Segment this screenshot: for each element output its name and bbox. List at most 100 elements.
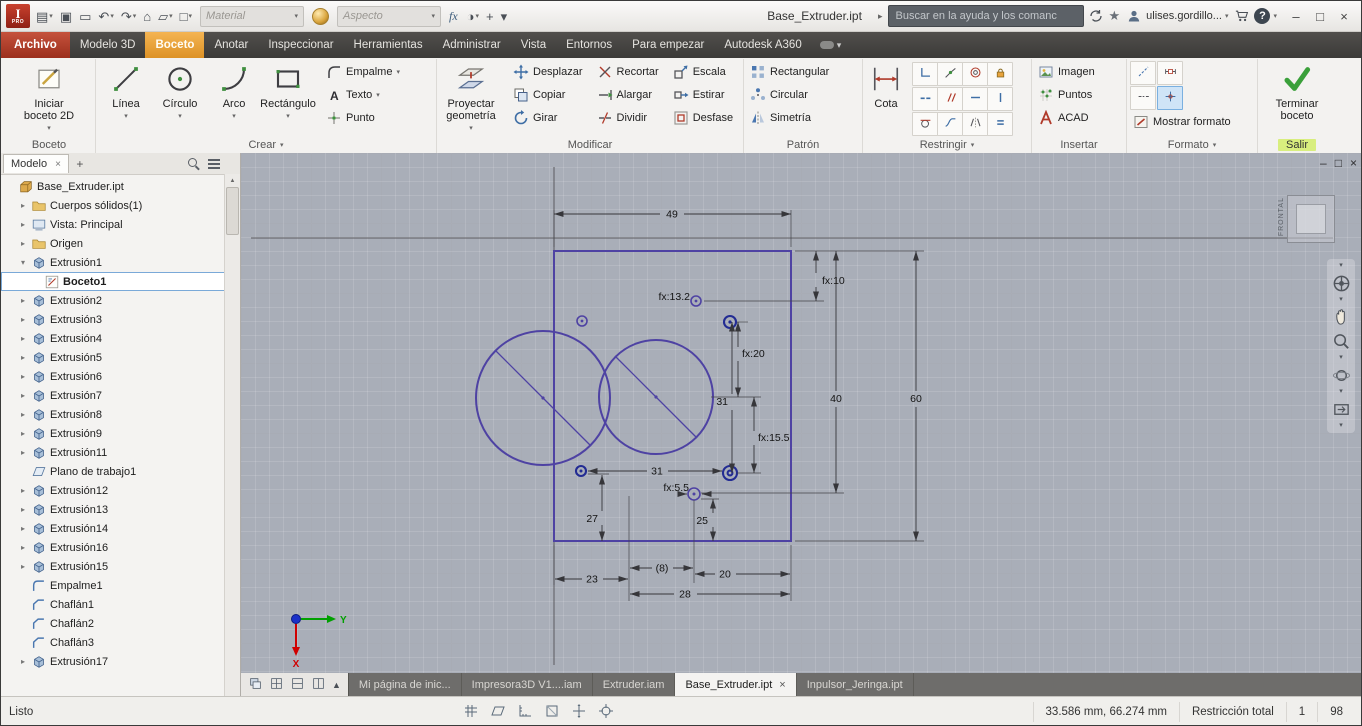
ribbon-tab-autodesk-a360[interactable]: Autodesk A360	[714, 32, 811, 58]
tree-item-plano-de-trabajo1[interactable]: Plano de trabajo1	[1, 462, 240, 481]
adjust-appearance-button[interactable]: ◑ ▾	[464, 8, 482, 25]
save-button[interactable]: ▣	[57, 8, 75, 25]
tree-item-extrusión12[interactable]: ▸ Extrusión12	[1, 481, 240, 500]
tree-expander-icon[interactable]: ▸	[18, 372, 28, 381]
search-icon[interactable]	[187, 157, 200, 170]
browser-tab-modelo[interactable]: Modelo ×	[3, 154, 69, 173]
tree-item-cuerpos-sólidos-1[interactable]: ▸ Cuerpos sólidos(1)	[1, 196, 240, 215]
close-icon[interactable]: ×	[55, 159, 61, 170]
tree-expander-icon[interactable]: ▸	[18, 562, 28, 571]
tree-item-extrusión2[interactable]: ▸ Extrusión2	[1, 291, 240, 310]
terminar-boceto-button[interactable]: Terminar boceto	[1265, 61, 1329, 122]
favorites-star-icon[interactable]: ★	[1108, 8, 1120, 24]
minimize-button[interactable]: –	[1284, 5, 1308, 27]
doc-tab-mi-página-de-inic[interactable]: Mi página de inic...	[349, 673, 462, 696]
grid-icon[interactable]	[463, 703, 479, 722]
punto-button[interactable]: Punto	[323, 107, 403, 129]
empalme-button[interactable]: Empalme ▾	[323, 61, 403, 83]
cota-por-referencia-button[interactable]	[1157, 61, 1183, 85]
girar-button[interactable]: Girar	[510, 107, 586, 129]
tree-item-extrusión6[interactable]: ▸ Extrusión6	[1, 367, 240, 386]
sketch-point-selected[interactable]	[722, 314, 738, 330]
tree-expander-icon[interactable]: ▾	[18, 258, 28, 267]
doc-tab-impresora3d-v1-iam[interactable]: Impresora3D V1....iam	[462, 673, 593, 696]
sync-icon[interactable]	[1087, 7, 1105, 25]
restriccion-horizontal-button[interactable]	[962, 87, 988, 111]
sketch-point[interactable]	[690, 295, 702, 307]
tree-item-extrusión16[interactable]: ▸ Extrusión16	[1, 538, 240, 557]
select-button[interactable]: □ ▾	[177, 8, 195, 25]
return-to-sketch-button[interactable]: ▱ ▾	[155, 8, 176, 25]
restriccion-tangente-button[interactable]	[912, 112, 938, 136]
restriccion-paralela-button[interactable]	[937, 87, 963, 111]
desfase-button[interactable]: Desfase	[670, 107, 736, 129]
application-menu-button[interactable]: ▤ ▾	[33, 8, 56, 25]
help-search-input[interactable]	[888, 5, 1085, 27]
viewcube[interactable]	[1287, 195, 1335, 243]
dimension-60[interactable]: 60	[910, 251, 922, 541]
graphics-window[interactable]: 49 60 40 fx:10 fx:13.2 fx:20 31 fx:15.5 …	[241, 153, 1361, 673]
ribbon-tab-entornos[interactable]: Entornos	[556, 32, 622, 58]
estirar-button[interactable]: Estirar	[670, 84, 736, 106]
home-button[interactable]: ⌂	[140, 8, 154, 25]
circulo-button[interactable]: Círculo ▾	[153, 61, 207, 123]
tree-item-extrusión5[interactable]: ▸ Extrusión5	[1, 348, 240, 367]
proyectar-geometria-button[interactable]: Proyectar geometría ▾	[440, 61, 502, 135]
doc-tab-inpulsor-jeringa-ipt[interactable]: Inpulsor_Jeringa.ipt	[797, 673, 914, 696]
tree-expander-icon[interactable]: ▸	[18, 391, 28, 400]
copiar-button[interactable]: Copiar	[510, 84, 586, 106]
dimension-fx20[interactable]: fx:20	[735, 322, 765, 397]
tree-item-boceto1[interactable]: Boceto1	[1, 272, 240, 291]
panel-label-crear[interactable]: Crear ▾	[99, 136, 433, 153]
tree-expander-icon[interactable]: ▸	[18, 296, 28, 305]
zoom-icon[interactable]	[1330, 330, 1352, 352]
linea-button[interactable]: Línea ▾	[99, 61, 153, 123]
dimension-27[interactable]: 27	[586, 475, 605, 541]
expand-tabs-icon[interactable]: ▲	[332, 680, 341, 690]
tree-item-base-extruder-ipt[interactable]: Base_Extruder.ipt	[1, 177, 240, 196]
tree-expander-icon[interactable]: ▸	[18, 410, 28, 419]
alargar-button[interactable]: Alargar	[594, 84, 662, 106]
store-cart-icon[interactable]	[1233, 7, 1251, 25]
tree-item-extrusión15[interactable]: ▸ Extrusión15	[1, 557, 240, 576]
cascade-windows-icon[interactable]	[248, 677, 263, 693]
dimension-fx5-5[interactable]: fx:5.5	[663, 482, 712, 497]
tree-item-extrusión7[interactable]: ▸ Extrusión7	[1, 386, 240, 405]
navbar-chevron-icon[interactable]: ▾	[1339, 388, 1343, 396]
dimension-31-vertical[interactable]: 31	[716, 322, 735, 473]
acad-button[interactable]: ACAD	[1035, 107, 1098, 129]
tree-item-extrusión14[interactable]: ▸ Extrusión14	[1, 519, 240, 538]
restriccion-igual-button[interactable]	[987, 112, 1013, 136]
undo-button[interactable]: ↶ ▾	[95, 8, 116, 25]
tree-item-origen[interactable]: ▸ Origen	[1, 234, 240, 253]
ribbon-tab-herramientas[interactable]: Herramientas	[344, 32, 433, 58]
crosshair-icon[interactable]	[598, 703, 614, 722]
dimension-28[interactable]: 28	[630, 589, 790, 601]
tile-horizontal-icon[interactable]	[290, 677, 305, 693]
tree-expander-icon[interactable]: ▸	[18, 657, 28, 666]
panel-label-formato[interactable]: Formato ▾	[1130, 136, 1254, 153]
steering-wheel-icon[interactable]	[1330, 272, 1352, 294]
dimension-25[interactable]: 25	[696, 499, 716, 541]
wireframe-box-icon[interactable]	[544, 703, 560, 722]
measure-button[interactable]: +	[483, 8, 497, 25]
imagen-button[interactable]: Imagen	[1035, 61, 1098, 83]
ribbon-tab-administrar[interactable]: Administrar	[433, 32, 511, 58]
sketch-point[interactable]	[687, 487, 701, 501]
doc-restore-button[interactable]: □	[1335, 156, 1342, 170]
navbar-chevron-icon[interactable]: ▾	[1339, 354, 1343, 362]
tree-expander-icon[interactable]: ▸	[18, 505, 28, 514]
parameters-fx-button[interactable]: fx	[446, 8, 461, 25]
dimension-23[interactable]: 23	[555, 574, 628, 586]
scroll-up-icon[interactable]: ▲	[230, 174, 236, 187]
tile-vertical-icon[interactable]	[311, 677, 326, 693]
ribbon-tab-boceto[interactable]: Boceto	[145, 32, 205, 58]
ruler-icon[interactable]	[517, 703, 533, 722]
tree-item-chaflán1[interactable]: Chaflán1	[1, 595, 240, 614]
user-account-button[interactable]: ulises.gordillo... ▾	[1123, 7, 1230, 25]
rectangulo-button[interactable]: Rectángulo ▾	[260, 61, 316, 123]
tree-expander-icon[interactable]: ▸	[18, 448, 28, 457]
orbit-icon[interactable]	[1330, 364, 1352, 386]
cota-button[interactable]: Cota	[866, 61, 906, 110]
sketch-plane-icon[interactable]	[490, 703, 506, 722]
